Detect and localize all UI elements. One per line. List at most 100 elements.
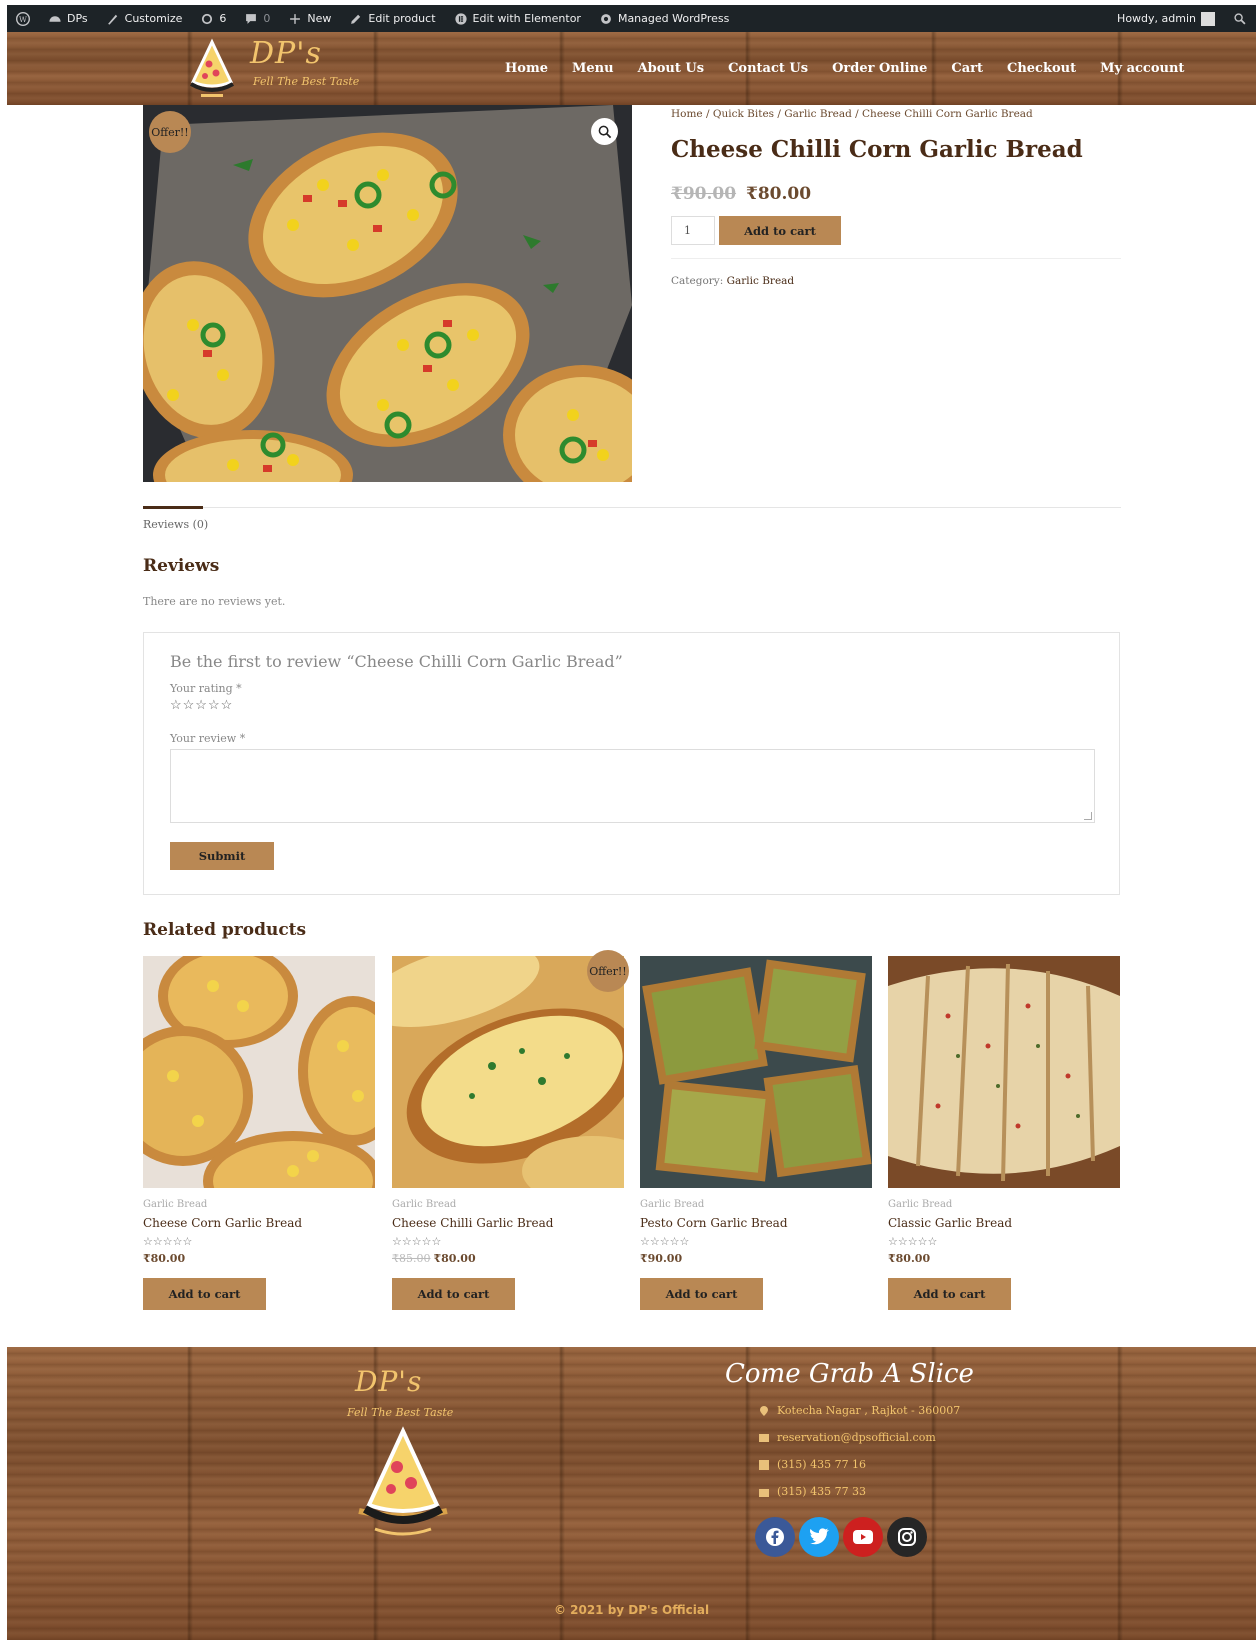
product-thumbnail[interactable] [143,956,375,1188]
wordpress-icon: W [16,11,30,26]
resize-handle[interactable] [1084,812,1092,820]
card-title[interactable]: Classic Garlic Bread [888,1216,1012,1230]
nav-cart[interactable]: Cart [939,61,995,76]
cheese-corn-bread-photo [143,956,375,1188]
add-to-cart-button[interactable]: Add to cart [719,216,841,245]
card-add-to-cart-button[interactable]: Add to cart [888,1278,1011,1310]
review-textarea[interactable] [170,749,1095,823]
map-pin-icon [760,1405,768,1416]
card-sale-price: ₹90.00 [640,1252,683,1265]
nav-menu[interactable]: Menu [560,61,626,76]
card-title[interactable]: Cheese Corn Garlic Bread [143,1216,302,1230]
pizza-logo-icon [358,1426,448,1536]
active-tab-indicator [143,506,203,509]
nav-about-us[interactable]: About Us [626,61,717,76]
managed-wp-label: Managed WordPress [617,12,730,25]
card-rating: ☆☆☆☆☆ [640,1235,690,1248]
card-category[interactable]: Garlic Bread [143,1199,207,1210]
nav-home[interactable]: Home [493,61,560,76]
product-thumbnail[interactable] [392,956,624,1188]
plus-icon [290,13,301,24]
site-name-item[interactable]: DPs [39,5,97,32]
breadcrumb[interactable]: Home / Quick Bites / Garlic Bread / Chee… [671,108,1033,120]
card-price: ₹85.00 ₹80.00 [392,1252,476,1265]
gear-icon [601,13,611,24]
card-add-to-cart-button[interactable]: Add to cart [392,1278,515,1310]
account-item[interactable]: Howdy, admin [1108,5,1224,32]
customize-label: Customize [124,12,183,25]
edit-product-item[interactable]: Edit product [340,5,444,32]
customize-item[interactable]: Customize [97,5,192,32]
review-form-title: Be the first to review “Cheese Chilli Co… [170,652,623,671]
youtube-icon[interactable] [843,1517,883,1557]
new-label: New [307,12,332,25]
comments-item[interactable]: 0 [235,5,279,32]
pizza-logo-icon[interactable] [183,38,241,102]
product-thumbnail[interactable] [888,956,1120,1188]
footer-brand: DP's [355,1365,423,1398]
card-price: ₹80.00 [888,1252,930,1265]
footer-slogan: Come Grab A Slice [725,1359,974,1389]
nav-my-account[interactable]: My account [1088,61,1196,76]
fax-row[interactable]: (315) 435 77 33 [759,1485,866,1498]
card-add-to-cart-button[interactable]: Add to cart [143,1278,266,1310]
phone2-text[interactable]: (315) 435 77 33 [777,1485,866,1498]
site-header: DP's Fell The Best Taste Home Menu About… [7,32,1256,105]
card-title[interactable]: Cheese Chilli Garlic Bread [392,1216,553,1230]
site-footer: DP's Fell The Best Taste Come Grab A Sli… [7,1347,1256,1640]
related-product-card: Garlic Bread Classic Garlic Bread ☆☆☆☆☆ … [888,956,1120,1316]
elementor-icon [454,12,467,25]
classic-garlic-bread-photo [888,956,1120,1188]
dashboard-icon [49,15,61,22]
avatar [1201,11,1215,26]
email-text[interactable]: reservation@dpsofficial.com [777,1431,936,1444]
facebook-icon[interactable] [755,1517,795,1557]
nav-contact-us[interactable]: Contact Us [716,61,820,76]
quantity-input[interactable]: 1 [671,216,715,245]
card-add-to-cart-button[interactable]: Add to cart [640,1278,763,1310]
card-category[interactable]: Garlic Bread [640,1199,704,1210]
product-thumbnail[interactable] [640,956,872,1188]
phone1-text[interactable]: (315) 435 77 16 [777,1458,866,1471]
admin-search-item[interactable] [1224,5,1256,32]
card-category[interactable]: Garlic Bread [392,1199,456,1210]
updates-count: 6 [219,12,227,25]
phone-row[interactable]: (315) 435 77 16 [759,1458,866,1471]
magnify-icon [598,125,611,138]
related-product-card: Offer!! Garlic Bread Cheese Chilli Garli… [392,950,629,1316]
zoom-button[interactable] [591,118,618,145]
updates-icon [202,13,213,24]
sale-price: ₹80.00 [745,184,812,204]
brush-icon [107,14,117,25]
address-text: Kotecha Nagar , Rajkot - 360007 [777,1404,961,1417]
nav-order-online[interactable]: Order Online [820,61,939,76]
main-nav: Home Menu About Us Contact Us Order Onli… [493,32,1196,105]
card-rating: ☆☆☆☆☆ [143,1235,193,1248]
product-title: Cheese Chilli Corn Garlic Bread [671,136,1083,163]
edit-elementor-item[interactable]: Edit with Elementor [445,5,590,32]
new-item[interactable]: New [279,5,340,32]
email-row[interactable]: reservation@dpsofficial.com [759,1431,936,1444]
twitter-icon[interactable] [799,1517,839,1557]
category-link[interactable]: Garlic Bread [727,275,795,287]
card-title[interactable]: Pesto Corn Garlic Bread [640,1216,788,1230]
category-label: Category: [671,275,724,287]
svg-text:W: W [19,14,27,23]
nav-checkout[interactable]: Checkout [995,61,1088,76]
product-image[interactable]: Offer!! [143,105,632,482]
brand-title[interactable]: DP's [250,36,322,71]
rating-stars-input[interactable]: ☆☆☆☆☆ [170,698,233,713]
wordpress-logo-item[interactable]: W [7,5,39,32]
card-sale-price: ₹80.00 [143,1252,186,1265]
copyright-text: © 2021 by DP's Official [553,1603,710,1617]
tab-reviews[interactable]: Reviews (0) [143,518,208,531]
updates-item[interactable]: 6 [191,5,235,32]
submit-button[interactable]: Submit [170,842,274,870]
youtube-glyph [853,1530,873,1544]
card-price: ₹80.00 [143,1252,185,1265]
card-category[interactable]: Garlic Bread [888,1199,952,1210]
managed-wp-item[interactable]: Managed WordPress [590,5,738,32]
instagram-icon[interactable] [887,1517,927,1557]
divider [671,258,1121,259]
old-price: ₹90.00 [671,184,737,204]
